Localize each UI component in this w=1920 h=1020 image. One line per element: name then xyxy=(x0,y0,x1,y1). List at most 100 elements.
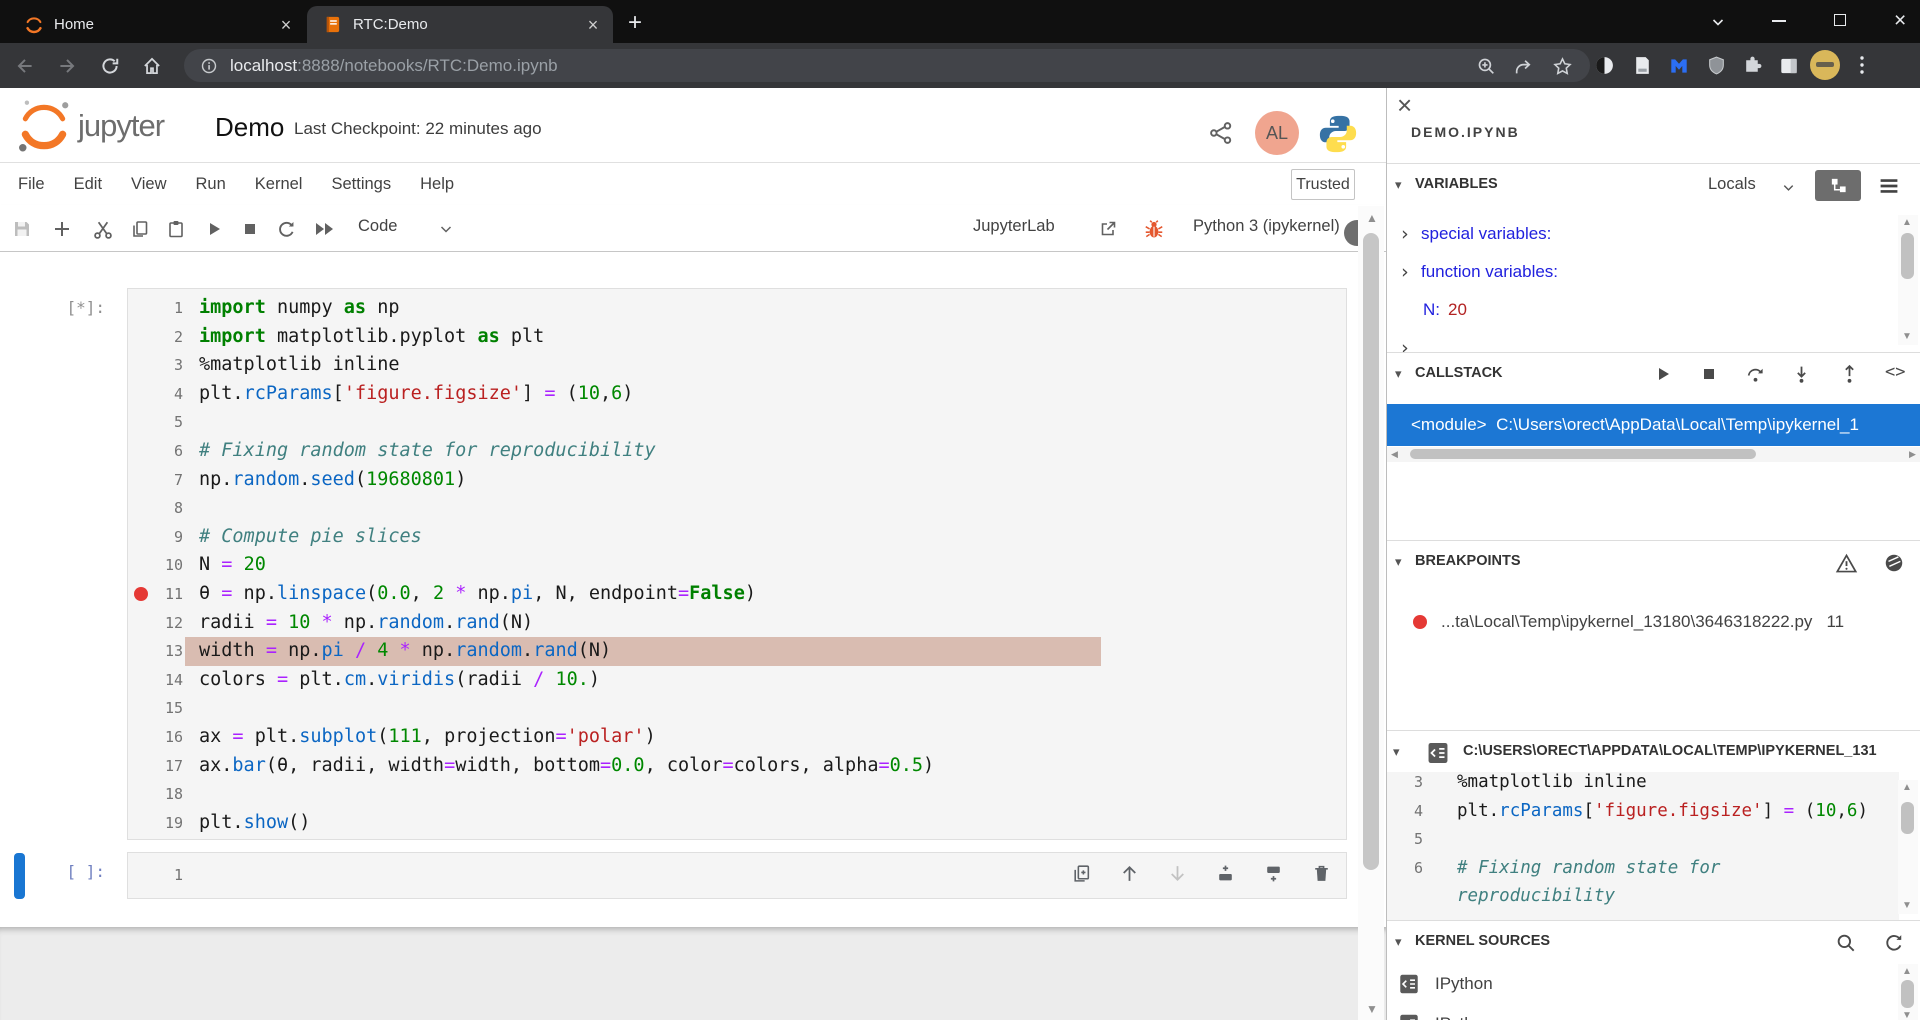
back-icon[interactable] xyxy=(14,55,36,77)
minimize-icon[interactable] xyxy=(1772,20,1786,22)
line-number[interactable]: 8 xyxy=(156,494,183,523)
collapse-triangle-icon[interactable]: ▾ xyxy=(1395,366,1402,382)
code-line-13[interactable]: 13width = np.pi / 4 * np.random.rand(N) xyxy=(128,637,1346,666)
stop-icon[interactable] xyxy=(240,219,260,239)
callstack-section-header[interactable]: ▾ CALLSTACK <> xyxy=(1387,352,1920,396)
chevron-down-icon[interactable] xyxy=(1781,180,1796,195)
menu-edit[interactable]: Edit xyxy=(74,175,102,194)
line-number[interactable]: 9 xyxy=(156,523,183,552)
breakpoint-dot[interactable] xyxy=(1413,615,1427,629)
variables-scrollbar[interactable]: ▲ ▼ xyxy=(1898,215,1918,345)
source-preview-editor[interactable]: 3%matplotlib inline4plt.rcParams['figure… xyxy=(1387,772,1899,920)
scrollbar-thumb[interactable] xyxy=(1901,233,1914,279)
line-number[interactable]: 15 xyxy=(156,694,183,723)
reload-icon[interactable] xyxy=(99,55,121,77)
add-cell-icon[interactable] xyxy=(52,219,72,239)
variable-group-label[interactable]: function variables: xyxy=(1421,262,1558,282)
jupyterlab-link[interactable]: JupyterLab xyxy=(973,217,1055,236)
code-line-19[interactable]: 19plt.show() xyxy=(128,809,1346,838)
evaluate-code-icon[interactable]: <> xyxy=(1885,362,1905,382)
line-number[interactable]: 4 xyxy=(156,380,183,409)
insert-cell-below-icon[interactable] xyxy=(1263,863,1284,884)
duplicate-cell-icon[interactable] xyxy=(1071,863,1092,884)
close-all-breakpoints-icon[interactable] xyxy=(1883,552,1905,574)
browser-tab-rtc-demo[interactable]: RTC:Demo × xyxy=(307,6,613,43)
table-view-toggle[interactable] xyxy=(1877,174,1901,198)
step-out-icon[interactable] xyxy=(1839,364,1860,385)
line-number[interactable]: 11 xyxy=(156,580,183,609)
code-cell-editor[interactable]: 1import numpy as np2import matplotlib.py… xyxy=(127,288,1347,840)
callstack-frame-row[interactable]: <module> C:\Users\orect\AppData\Local\Te… xyxy=(1387,404,1920,446)
menu-kebab-icon[interactable] xyxy=(1852,53,1872,77)
home-icon[interactable] xyxy=(141,55,163,77)
cell-type-dropdown[interactable]: Code xyxy=(358,217,397,236)
callstack-horizontal-scrollbar[interactable]: ◀ ▶ xyxy=(1387,447,1920,462)
browser-tab-home[interactable]: Home × xyxy=(10,6,306,43)
delete-cell-icon[interactable] xyxy=(1311,863,1332,884)
source-scrollbar[interactable]: ▲ ▼ xyxy=(1898,780,1918,914)
new-tab-button[interactable]: + xyxy=(628,9,642,37)
scrollbar-thumb[interactable] xyxy=(1901,980,1914,1008)
move-cell-up-icon[interactable] xyxy=(1119,863,1140,884)
breakpoint-dot[interactable] xyxy=(134,587,148,601)
line-number[interactable]: 13 xyxy=(156,637,183,666)
line-number[interactable]: 2 xyxy=(156,323,183,352)
scrollbar-thumb[interactable] xyxy=(1363,233,1379,870)
kernel-sources-scrollbar[interactable]: ▲ ▼ xyxy=(1898,964,1918,1020)
tab-close-icon[interactable]: × xyxy=(276,16,296,34)
expand-chevron-icon[interactable]: › xyxy=(1399,337,1421,352)
collapse-triangle-icon[interactable]: ▾ xyxy=(1395,177,1402,193)
variables-section-header[interactable]: ▾ VARIABLES Locals xyxy=(1387,163,1920,207)
menu-file[interactable]: File xyxy=(18,175,45,194)
line-number[interactable]: 16 xyxy=(156,723,183,752)
code-line-15[interactable]: 15 xyxy=(128,694,1346,723)
kernel-name-label[interactable]: Python 3 (ipykernel) xyxy=(1193,217,1340,236)
menu-settings[interactable]: Settings xyxy=(331,175,391,194)
shield-extension-icon[interactable] xyxy=(1706,55,1727,76)
tab-close-icon[interactable]: × xyxy=(583,16,603,34)
scrollbar-thumb[interactable] xyxy=(1410,449,1756,459)
code-line-18[interactable]: 18 xyxy=(128,780,1346,809)
line-number[interactable]: 12 xyxy=(156,609,183,638)
code-line-6[interactable]: 6# Fixing random state for reproducibili… xyxy=(128,437,1346,466)
menu-kernel[interactable]: Kernel xyxy=(255,175,303,194)
code-line-9[interactable]: 9# Compute pie slices xyxy=(128,523,1346,552)
refresh-icon[interactable] xyxy=(1883,932,1905,954)
profile-avatar[interactable] xyxy=(1810,50,1840,80)
code-line-10[interactable]: 10N = 20 xyxy=(128,551,1346,580)
line-number[interactable]: 5 xyxy=(156,408,183,437)
variable-row[interactable]: N:20 xyxy=(1387,291,1897,329)
line-number[interactable]: 7 xyxy=(156,466,183,495)
notes-extension-icon[interactable] xyxy=(1632,55,1653,76)
insert-cell-above-icon[interactable] xyxy=(1215,863,1236,884)
paste-icon[interactable] xyxy=(166,219,186,239)
bookmark-star-icon[interactable] xyxy=(1552,56,1573,77)
extensions-puzzle-icon[interactable] xyxy=(1742,55,1763,76)
line-number[interactable]: 18 xyxy=(156,780,183,809)
copy-icon[interactable] xyxy=(130,219,150,239)
move-cell-down-icon[interactable] xyxy=(1167,863,1188,884)
scope-dropdown[interactable]: Locals xyxy=(1708,175,1756,194)
continue-icon[interactable] xyxy=(1653,364,1673,384)
kernel-source-item[interactable]: IPython.core xyxy=(1387,1004,1897,1020)
darkmode-extension-icon[interactable] xyxy=(1594,55,1615,76)
expand-chevron-icon[interactable]: › xyxy=(1399,261,1421,283)
line-number[interactable]: 17 xyxy=(156,752,183,781)
collapse-triangle-icon[interactable]: ▾ xyxy=(1393,744,1400,760)
run-icon[interactable] xyxy=(204,219,224,239)
window-close-icon[interactable]: × xyxy=(1894,9,1906,33)
maximize-icon[interactable] xyxy=(1834,14,1846,26)
code-line-17[interactable]: 17ax.bar(θ, radii, width=width, bottom=0… xyxy=(128,752,1346,781)
code-line-2[interactable]: 2import matplotlib.pyplot as plt xyxy=(128,323,1346,352)
cut-icon[interactable] xyxy=(92,219,114,241)
close-panel-icon[interactable]: × xyxy=(1397,90,1412,121)
code-line-1[interactable]: 1import numpy as np xyxy=(128,294,1346,323)
step-over-icon[interactable] xyxy=(1745,364,1766,385)
user-avatar[interactable]: AL xyxy=(1255,111,1299,155)
variable-row[interactable]: ›function variables: xyxy=(1387,253,1897,291)
breakpoints-section-header[interactable]: ▾ BREAKPOINTS xyxy=(1387,540,1920,584)
pause-on-exception-icon[interactable] xyxy=(1835,552,1858,575)
chevron-down-icon[interactable] xyxy=(438,221,454,237)
url-omnibox[interactable]: localhost:8888/notebooks/RTC:Demo.ipynb xyxy=(184,49,1590,82)
trusted-button[interactable]: Trusted xyxy=(1291,169,1355,200)
